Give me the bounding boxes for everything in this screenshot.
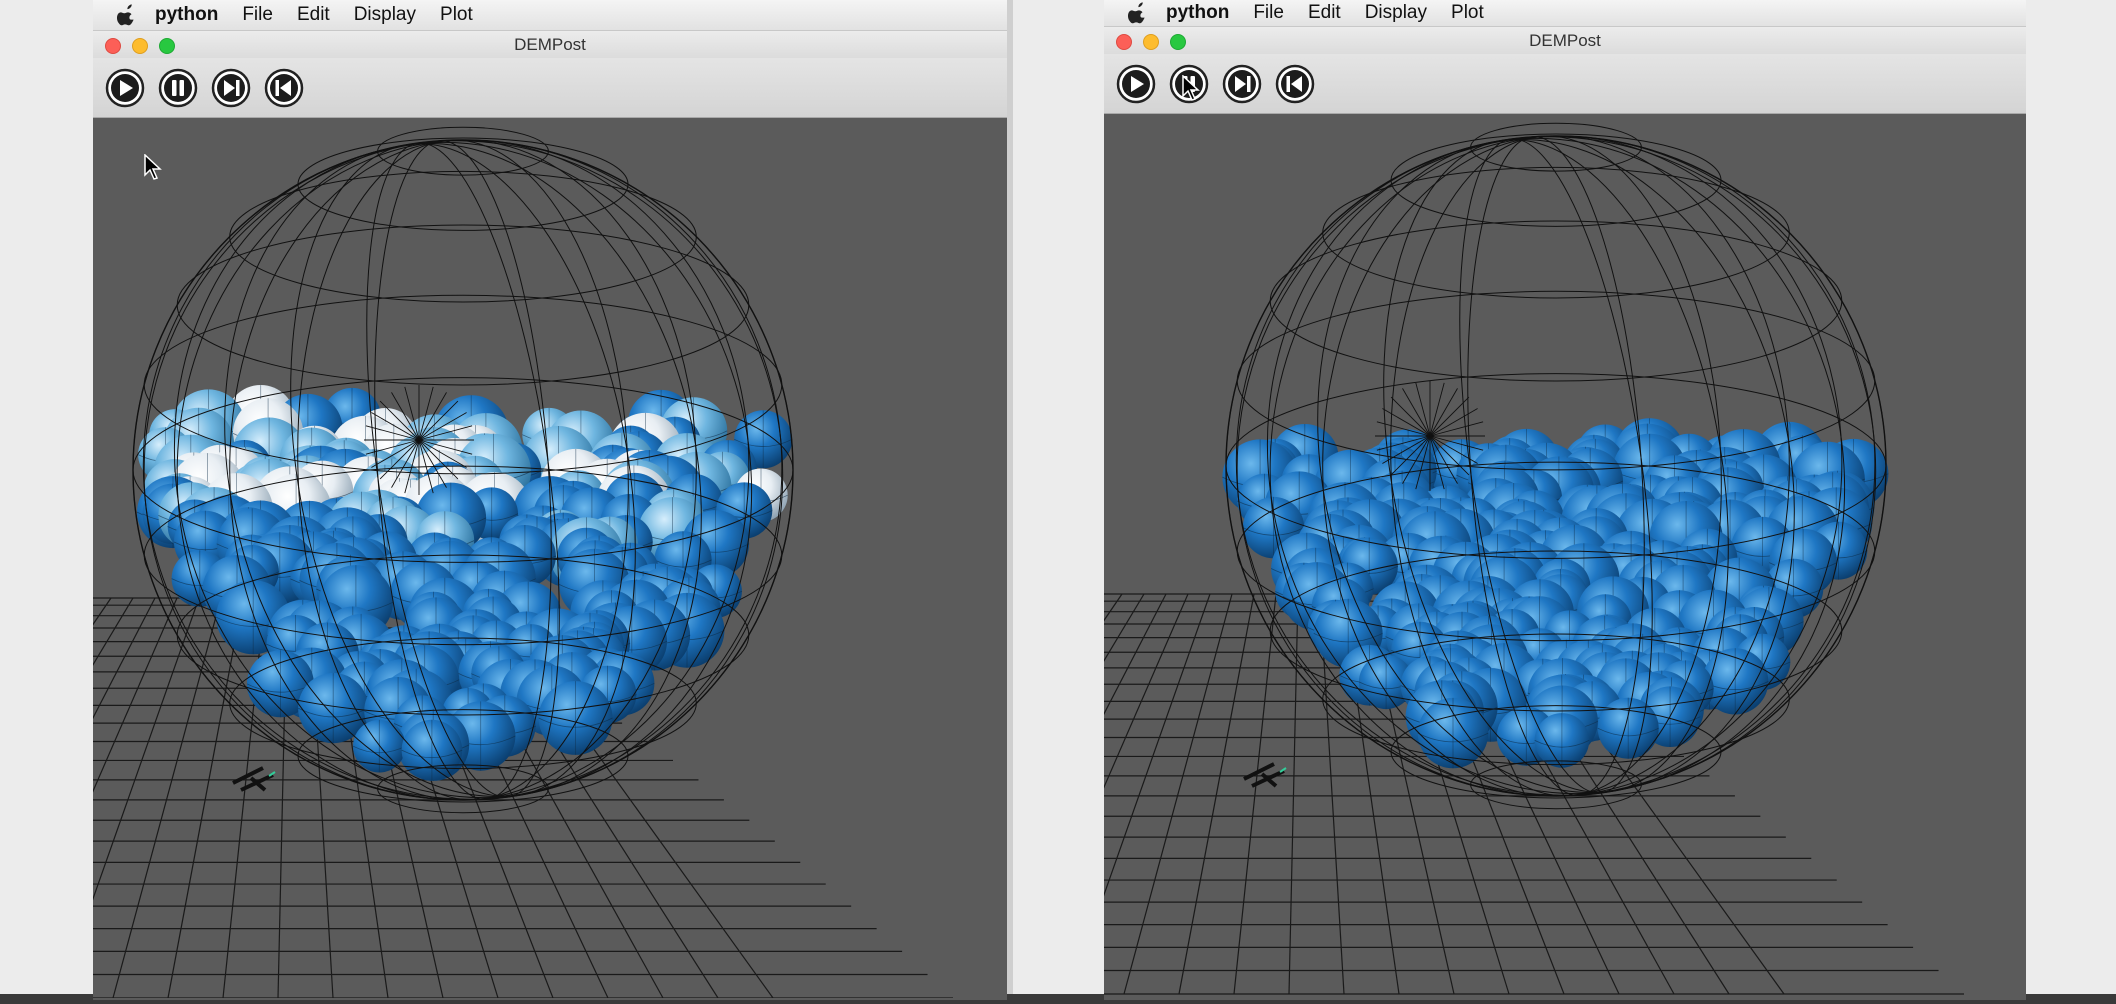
3d-viewport[interactable]	[1104, 114, 2026, 1000]
minimize-icon[interactable]	[1143, 34, 1159, 50]
scene-right	[1104, 122, 1964, 995]
play-icon	[105, 68, 145, 107]
window-controls	[105, 38, 175, 54]
axis-gizmo	[1243, 762, 1287, 788]
title-bar[interactable]: DEMPost	[1104, 27, 2026, 54]
play-icon	[1116, 64, 1156, 103]
particles	[136, 385, 793, 781]
pause-button[interactable]	[158, 68, 198, 108]
step-back-button[interactable]	[264, 68, 304, 108]
apple-icon[interactable]	[117, 4, 139, 26]
window-title: DEMPost	[514, 34, 586, 54]
menu-bar: python File Edit Display Plot	[1104, 0, 2026, 27]
menu-edit[interactable]: Edit	[297, 4, 330, 26]
menu-display[interactable]: Display	[1365, 2, 1427, 24]
scene-left	[93, 126, 953, 998]
app-instance-left: python File Edit Display Plot DEMPost	[93, 0, 1007, 1000]
menu-edit[interactable]: Edit	[1308, 2, 1341, 24]
window-controls	[1116, 34, 1186, 50]
dempost-window: DEMPost	[1104, 27, 2026, 1000]
zoom-icon[interactable]	[1170, 34, 1186, 50]
menu-display[interactable]: Display	[354, 4, 416, 26]
mouse-cursor-icon	[144, 154, 162, 180]
playback-toolbar	[1104, 54, 2026, 114]
pause-icon	[158, 68, 198, 107]
minimize-icon[interactable]	[132, 38, 148, 54]
step-forward-icon	[211, 68, 251, 107]
app-instance-right: python File Edit Display Plot DEMPost	[1104, 0, 2026, 1000]
menu-plot[interactable]: Plot	[440, 4, 473, 26]
apple-icon[interactable]	[1128, 2, 1150, 24]
step-forward-button[interactable]	[1222, 64, 1262, 104]
step-back-icon	[264, 68, 304, 107]
playback-toolbar	[93, 58, 1007, 118]
menu-app-python[interactable]: python	[1166, 2, 1229, 24]
zoom-icon[interactable]	[159, 38, 175, 54]
play-button[interactable]	[1116, 64, 1156, 104]
window-title: DEMPost	[1529, 30, 1601, 50]
play-button[interactable]	[105, 68, 145, 108]
title-bar[interactable]: DEMPost	[93, 31, 1007, 58]
menu-file[interactable]: File	[242, 4, 273, 26]
dempost-window: DEMPost	[93, 31, 1007, 1000]
step-forward-icon	[1222, 64, 1262, 103]
window-gap	[1007, 0, 1013, 1004]
step-back-button[interactable]	[1275, 64, 1315, 104]
menu-file[interactable]: File	[1253, 2, 1284, 24]
step-back-icon	[1275, 64, 1315, 103]
mouse-cursor-icon	[1182, 75, 1200, 101]
close-icon[interactable]	[1116, 34, 1132, 50]
menu-bar: python File Edit Display Plot	[93, 0, 1007, 31]
close-icon[interactable]	[105, 38, 121, 54]
step-forward-button[interactable]	[211, 68, 251, 108]
axis-gizmo	[232, 766, 276, 792]
3d-viewport[interactable]	[93, 118, 1007, 1000]
menu-plot[interactable]: Plot	[1451, 2, 1484, 24]
menu-app-python[interactable]: python	[155, 4, 218, 26]
